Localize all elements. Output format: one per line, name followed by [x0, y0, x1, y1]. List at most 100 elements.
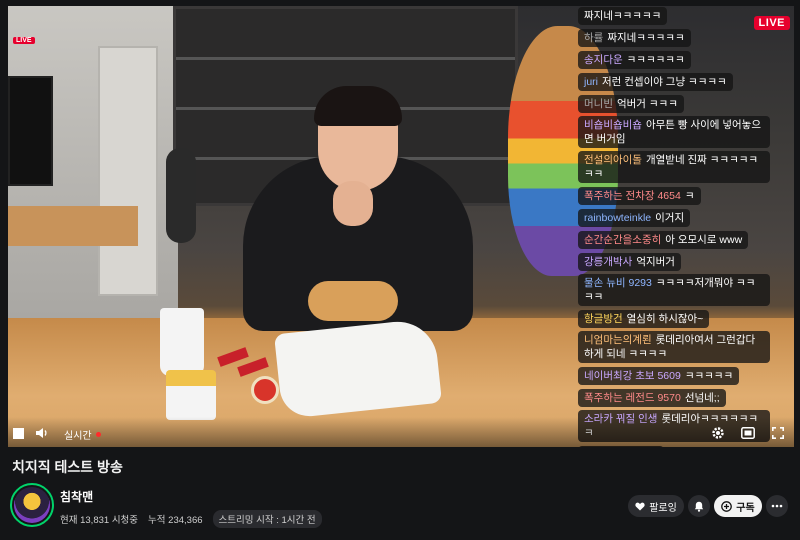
scene-fries	[166, 370, 216, 420]
scene-sticker	[251, 376, 279, 404]
chat-bubble: 항글방건 열심히 하시잖아~	[578, 310, 710, 328]
chat-text: 선넘네;;	[684, 392, 720, 404]
chat-username[interactable]: 폭주하는 레전드 9570	[584, 392, 681, 404]
heart-icon	[635, 502, 645, 510]
chat-username[interactable]: 전설의아이돌	[584, 154, 642, 166]
chat-bubble: 네이버최강 초보 5609 ㅋㅋㅋㅋㅋ	[578, 367, 740, 385]
chat-message: 폭주하는 전차장 4654 ㅋ	[578, 186, 770, 208]
chat-username[interactable]: 하률	[584, 32, 603, 44]
chat-message: 비숍비숍비숍 아무튼 빵 사이에 넣어놓으면 버거임	[578, 116, 770, 151]
scene-person-hair	[314, 86, 402, 126]
chat-bubble: 짜지네ㅋㅋㅋㅋㅋ	[578, 7, 668, 25]
chat-message: 짜지네ㅋㅋㅋㅋㅋ	[578, 6, 770, 28]
avatar	[14, 487, 50, 523]
chat-message: rainbowteinkle 이거지	[578, 208, 770, 230]
live-status-label: 실시간	[64, 431, 92, 442]
chat-bubble: 폭주하는 레전드 9570 선넘네;;	[578, 389, 726, 407]
chat-message: juri 저런 컨셉이야 그냥 ㅋㅋㅋㅋ	[578, 72, 770, 94]
chat-text: 짜지네ㅋㅋㅋㅋㅋ	[607, 32, 685, 44]
chat-bubble: 송지다운 ㅋㅋㅋㅋㅋㅋ	[578, 51, 691, 69]
chat-text: ㅋㅋㅋㅋㅋ	[684, 370, 734, 382]
chat-bubble: 순간순간을소중히 아 오모시로 www	[578, 231, 749, 249]
chat-text: 짜지네ㅋㅋㅋㅋㅋ	[584, 10, 662, 22]
chat-username[interactable]: 네이버최강 초보 5609	[584, 370, 681, 382]
chat-text: 억버거 ㅋㅋㅋ	[616, 98, 678, 110]
more-button[interactable]	[766, 495, 788, 517]
subscribe-button[interactable]: 구독	[714, 495, 762, 517]
chat-message: 강릉개박사 억지버거	[578, 252, 770, 274]
chat-text: 아 오모시로 www	[665, 234, 743, 246]
chat-bubble: 머니빈 억버거 ㅋㅋㅋ	[578, 95, 684, 113]
chat-username[interactable]: rainbowteinkle	[584, 212, 651, 224]
chat-message: 물손 뉴비 9293 ㅋㅋㅋㅋ저개뭐야 ㅋㅋㅋㅋ	[578, 274, 770, 309]
follow-button[interactable]: 팔로잉	[628, 495, 684, 517]
live-dot-icon	[95, 432, 101, 437]
chat-message: 송지다운 ㅋㅋㅋㅋㅋㅋ	[578, 50, 770, 72]
chat-overlay[interactable]: 짜지네ㅋㅋㅋㅋㅋ 하률 짜지네ㅋㅋㅋㅋㅋ 송지다운 ㅋㅋㅋㅋㅋㅋ juri 저런 컨셉이야 …	[578, 6, 770, 447]
chat-message: 네이버최강 초보 5609 ㅋㅋㅋㅋㅋ	[578, 366, 770, 388]
avatar-live-badge: LIVE	[13, 37, 35, 44]
chat-text: 저런 컨셉이야 그냥 ㅋㅋㅋㅋ	[602, 76, 727, 88]
chat-message: 머니빈 억버거 ㅋㅋㅋ	[578, 94, 770, 116]
chat-text: 이거지	[655, 212, 685, 224]
chat-username[interactable]: 물손 뉴비 9293	[584, 277, 652, 289]
bell-icon	[694, 501, 704, 512]
chat-username[interactable]: 폭주하는 전차장 4654	[584, 190, 681, 202]
chat-message: 전설의아이돌 개열받네 진짜 ㅋㅋㅋㅋㅋㅋㅋ	[578, 151, 770, 186]
fullscreen-icon[interactable]	[770, 425, 786, 441]
scene-skateboard	[166, 148, 196, 243]
chat-bubble: 니엄마는의계뢴 롯데리아여서 그런갑다 하게 되네 ㅋㅋㅋㅋ	[578, 331, 770, 363]
notification-button[interactable]	[688, 495, 710, 517]
chat-username[interactable]: 순간순간을소중히	[584, 234, 661, 246]
chat-username[interactable]: juri	[584, 76, 598, 88]
live-badge: LIVE	[753, 16, 790, 30]
gear-icon[interactable]	[710, 425, 726, 441]
chat-text: ㅋ	[684, 190, 695, 202]
stream-meta: 현재 13,831 시청중 누적 234,366 스트리밍 시작 : 1시간 전	[60, 510, 322, 528]
live-status: 실시간	[64, 427, 101, 442]
chat-text: ㅋㅋㅋㅋㅋㅋ	[626, 54, 685, 66]
chat-message: 순간순간을소중히 아 오모시로 www	[578, 230, 770, 252]
subscribe-label: 구독	[736, 502, 755, 514]
current-viewers: 현재 13,831 시청중	[60, 515, 139, 526]
chat-bubble: rainbowteinkle 이거지	[578, 209, 691, 227]
video-player[interactable]: 짜지네ㅋㅋㅋㅋㅋ 하률 짜지네ㅋㅋㅋㅋㅋ 송지다운 ㅋㅋㅋㅋㅋㅋ juri 저런 컨셉이야 …	[8, 6, 794, 447]
follow-label: 팔로잉	[649, 502, 677, 514]
page: 짜지네ㅋㅋㅋㅋㅋ 하률 짜지네ㅋㅋㅋㅋㅋ 송지다운 ㅋㅋㅋㅋㅋㅋ juri 저런 컨셉이야 …	[0, 0, 800, 540]
chat-username[interactable]: 비숍비숍비숍	[584, 119, 642, 131]
chat-username[interactable]: 송지다운	[584, 54, 623, 66]
chat-bubble: juri 저런 컨셉이야 그냥 ㅋㅋㅋㅋ	[578, 73, 733, 91]
chat-bubble: 폭주하는 전차장 4654 ㅋ	[578, 187, 701, 205]
cumulative-viewers: 누적 234,366	[148, 515, 203, 526]
chat-message: 하률 짜지네ㅋㅋㅋㅋㅋ	[578, 28, 770, 50]
chat-message: 니엄마는의계뢴 롯데리아여서 그런갑다 하게 되네 ㅋㅋㅋㅋ	[578, 331, 770, 366]
scene-door	[98, 46, 158, 296]
scene-hand	[333, 181, 373, 226]
chat-bubble: 비숍비숍비숍 아무튼 빵 사이에 넣어놓으면 버거임	[578, 116, 770, 148]
scene-cup	[160, 308, 204, 376]
chat-username[interactable]: 니엄마는의계뢴	[584, 334, 652, 346]
chat-message: 항글방건 열심히 하시잖아~	[578, 309, 770, 331]
stop-icon[interactable]	[10, 425, 26, 441]
volume-icon[interactable]	[34, 425, 50, 441]
channel-avatar[interactable]	[10, 483, 54, 527]
chat-username[interactable]: 강릉개박사	[584, 256, 632, 268]
channel-name[interactable]: 침착맨	[60, 488, 93, 505]
stream-start-time: 스트리밍 시작 : 1시간 전	[212, 510, 322, 528]
chat-text: 억지버거	[636, 256, 675, 268]
plus-circle-icon	[721, 500, 733, 512]
chat-bubble: 강릉개박사 억지버거	[578, 253, 681, 271]
chat-bubble: 하률 짜지네ㅋㅋㅋㅋㅋ	[578, 29, 691, 47]
more-dots-icon	[771, 504, 783, 508]
scene-monitor	[8, 76, 53, 186]
chat-message: 폭주하는 레전드 9570 선넘네;;	[578, 388, 770, 410]
chat-bubble: 전설의아이돌 개열받네 진짜 ㅋㅋㅋㅋㅋㅋㅋ	[578, 151, 770, 183]
player-controls: 실시간	[8, 417, 794, 447]
theater-mode-icon[interactable]	[740, 425, 756, 441]
chat-username[interactable]: 항글방건	[584, 313, 623, 325]
scene-burger-wrapper	[273, 317, 443, 420]
scene-desk	[8, 206, 138, 246]
scene-burger	[308, 281, 398, 321]
chat-username[interactable]: 머니빈	[584, 98, 613, 110]
chat-bubble: 물손 뉴비 9293 ㅋㅋㅋㅋ저개뭐야 ㅋㅋㅋㅋ	[578, 274, 770, 306]
